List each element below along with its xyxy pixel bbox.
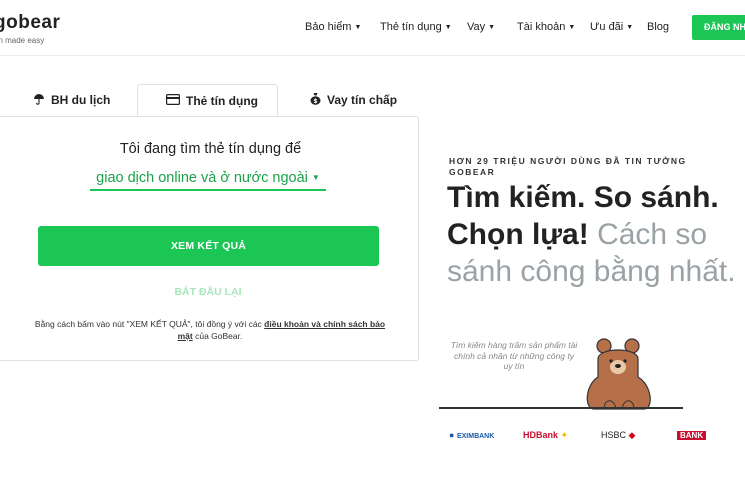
search-heading: Tôi đang tìm thẻ tín dụng để [119,141,302,157]
partner-name: BANK [680,431,704,440]
partner-name: HSBC [601,430,627,440]
site-header: gobear on made easy Bảo hiểm▼ Thẻ tín dụ… [0,0,745,56]
hsbc-hexagon-icon: ◆ [628,430,636,440]
logo-tagline: on made easy [0,36,45,45]
nav-label: Thẻ tín dụng [380,21,442,33]
login-button[interactable]: ĐĂNG NHẬP [692,15,745,40]
gobear-logo[interactable]: gobear [0,12,60,34]
nav-vay[interactable]: Vay ▼ [467,21,495,33]
partner-logo-bank: BANK [677,431,707,440]
caret-down-icon: ▼ [568,24,576,31]
purpose-select-value: giao dịch online và ở nước ngoài [96,170,308,186]
nav-label: Bảo hiểm [305,21,352,33]
nav-the-tin-dung[interactable]: Thẻ tín dụng ▼ [380,21,452,33]
nav-label: Tài khoản [517,21,566,33]
partner-logo-hsbc: HSBC ◆ [601,430,635,441]
caret-down-icon: ▼ [626,24,634,31]
nav-uu-dai[interactable]: Ưu đãi ▼ [590,21,633,33]
nav-bao-hiem[interactable]: Bảo hiểm ▼ [305,21,361,33]
purpose-select[interactable]: giao dịch online và ở nước ngoài ▼ [90,170,326,191]
hero-headline: Tìm kiếm. So sánh. Chọn lựa! Cách so sán… [447,179,745,290]
nav-label: Ưu đãi [590,21,624,33]
tab-label: Thẻ tín dụng [186,93,258,108]
svg-text:$: $ [313,98,317,105]
partner-logo-eximbank: ● EXIMBANK [449,430,494,440]
money-bag-icon: $ [310,92,321,108]
nav-label: Vay [467,21,486,33]
ground-line [439,407,683,409]
partner-name: HDBank [523,430,559,440]
view-results-button[interactable]: XEM KẾT QUẢ [38,226,379,266]
chevron-down-icon: ▼ [311,173,320,182]
nav-label: Blog [647,21,670,33]
tab-personal-loan[interactable]: $ Vay tín chấp [310,84,397,116]
nav-tai-khoan[interactable]: Tài khoản ▼ [517,21,575,33]
caret-down-icon: ▼ [354,24,362,31]
hdbank-mark-icon: ✦ [560,430,569,440]
caret-down-icon: ▼ [488,24,496,31]
tab-travel-insurance[interactable]: BH du lịch [33,84,110,116]
credit-card-icon [166,93,181,108]
terms-prefix: Bằng cách bấm vào nút "XEM KẾT QUẢ", tôi… [34,319,262,329]
bear-caption: Tìm kiếm hàng trăm sản phẩm tài chính cả… [450,340,578,371]
eximbank-mark-icon: ● [449,430,455,440]
trust-line: HƠN 29 TRIỆU NGƯỜI DÙNG ĐÃ TIN TƯỞNG GOB… [449,156,687,177]
nav-blog[interactable]: Blog [647,21,669,33]
tab-label: BH du lịch [51,93,111,107]
partner-name: EXIMBANK [456,433,495,440]
terms-notice: Bằng cách bấm vào nút "XEM KẾT QUẢ", tôi… [30,318,390,342]
terms-suffix: của GoBear. [195,331,243,341]
tab-credit-card[interactable]: Thẻ tín dụng [137,84,278,116]
start-over-link[interactable]: BẮT ĐẦU LẠI [0,286,416,298]
umbrella-icon [33,93,45,108]
caret-down-icon: ▼ [444,24,452,31]
partner-logo-hdbank: HDBank ✦ [523,430,568,441]
tab-label: Vay tín chấp [327,93,398,107]
